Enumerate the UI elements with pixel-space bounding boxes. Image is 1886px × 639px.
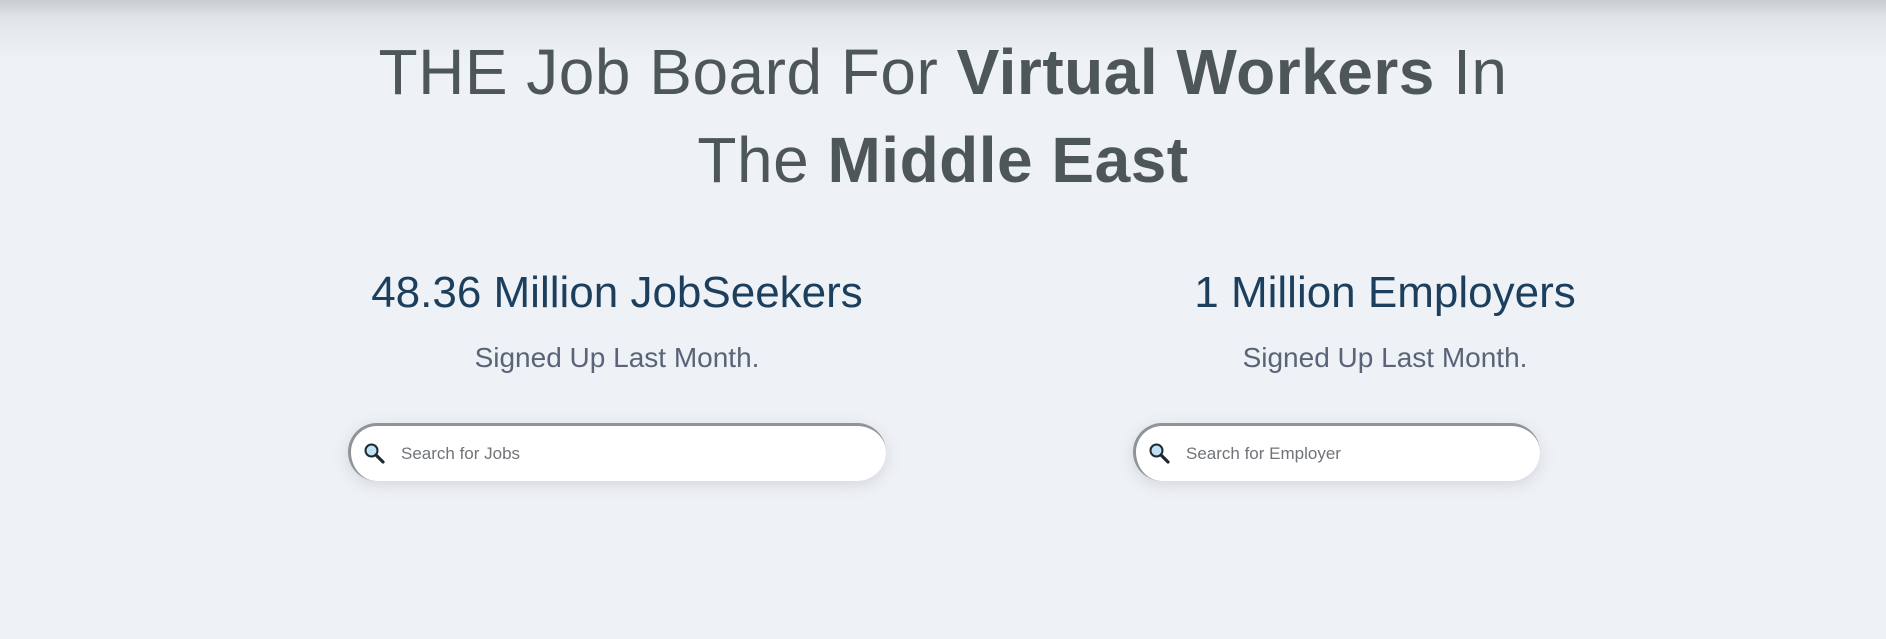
headline-line1-bold: Virtual Workers [956,36,1435,108]
job-search-box[interactable] [348,423,886,481]
headline-line1-suffix: In [1434,36,1508,108]
jobseekers-stat: 48.36 Million JobSeekers Signed Up Last … [337,262,897,378]
headline-line1-prefix: THE Job Board For [378,36,957,108]
headline-line2-prefix: The [697,124,828,196]
magnifier-icon [363,442,385,464]
hero-section: THE Job Board For Virtual Workers In The… [0,0,1886,639]
employers-count: 1 Million Employers [1194,268,1576,317]
jobseekers-subtitle: Signed Up Last Month. [474,342,760,373]
job-search-input[interactable] [399,436,868,472]
employer-search-input[interactable] [1184,436,1522,472]
headline-line2-bold: Middle East [827,124,1189,196]
jobseekers-count: 48.36 Million JobSeekers [371,268,863,317]
employers-stat: 1 Million Employers Signed Up Last Month… [1105,262,1665,378]
employer-search-box[interactable] [1133,423,1540,481]
employers-subtitle: Signed Up Last Month. [1242,342,1528,373]
magnifier-icon [1148,442,1170,464]
page-title: THE Job Board For Virtual Workers In The… [0,28,1886,204]
